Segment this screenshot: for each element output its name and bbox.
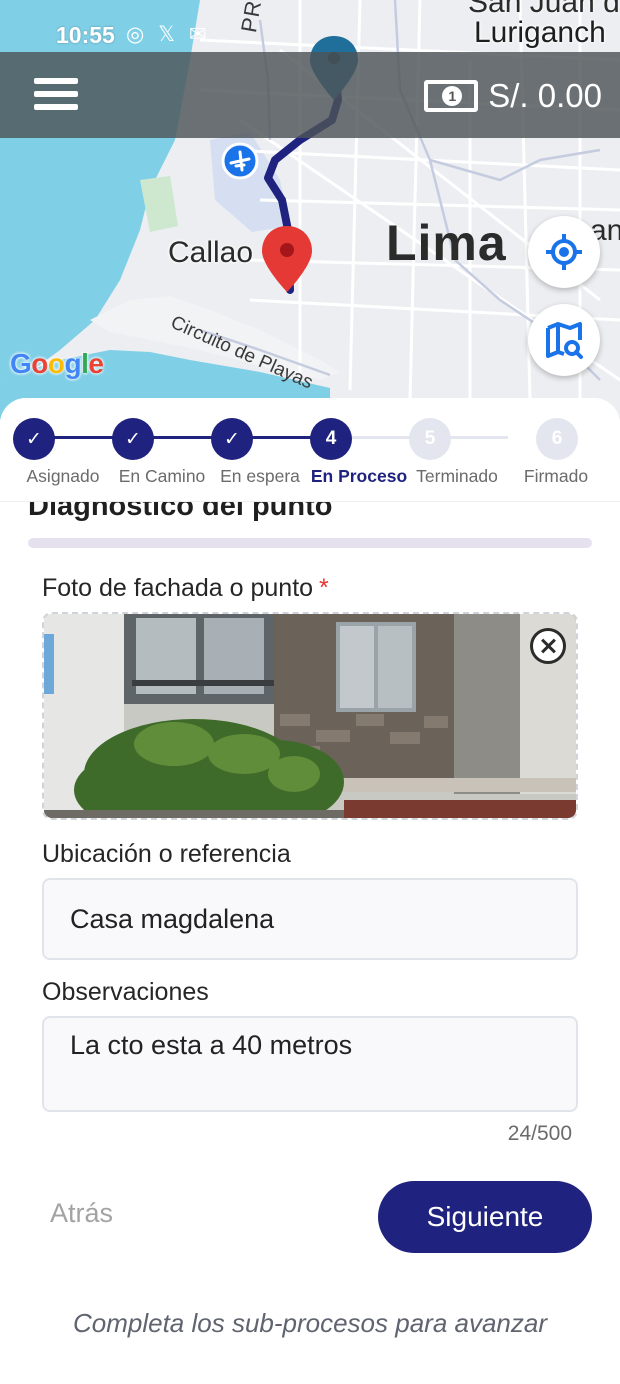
check-icon: ✓ <box>125 428 141 450</box>
facade-photo-upload[interactable] <box>42 612 578 820</box>
step-1-asignado[interactable]: ✓ <box>13 418 55 460</box>
process-sheet: ✓ ✓ ✓ 4 5 6 Asignado En Camino En espera… <box>0 398 620 1384</box>
step-2-en-camino[interactable]: ✓ <box>112 418 154 460</box>
step-label-en-proceso: En Proceso <box>310 466 408 486</box>
menu-icon <box>34 78 78 84</box>
step-label-en-camino: En Camino <box>118 466 206 486</box>
observations-char-count: 24/500 <box>507 1122 572 1145</box>
photo-field-label: Foto de fachada o punto * <box>42 574 329 602</box>
map-search-icon <box>546 322 583 359</box>
step-3-en-espera[interactable]: ✓ <box>211 418 253 460</box>
observations-textarea[interactable]: La cto esta a 40 metros <box>42 1016 578 1112</box>
balance-display: 1 S/. 0.00 <box>424 76 602 116</box>
balance-amount: S/. 0.00 <box>488 77 602 114</box>
remove-photo-button[interactable] <box>530 628 566 664</box>
google-logo: Google <box>10 348 104 379</box>
map-label-lima: Lima <box>386 215 507 271</box>
back-button[interactable]: Atrás <box>50 1198 113 1229</box>
location-input[interactable] <box>42 878 578 960</box>
location-field-label: Ubicación o referencia <box>42 840 291 868</box>
top-bar: 1 S/. 0.00 <box>0 52 620 138</box>
observations-field-label: Observaciones <box>42 978 209 1006</box>
map-label-callao: Callao <box>168 236 254 269</box>
check-icon: ✓ <box>224 428 240 450</box>
step-6-firmado[interactable]: 6 <box>536 418 578 460</box>
status-time: 10:55 <box>56 22 115 48</box>
facade-photo <box>44 614 576 818</box>
stepper-line-completed <box>34 436 332 439</box>
step-4-en-proceso[interactable]: 4 <box>310 418 352 460</box>
my-location-button[interactable] <box>528 216 600 288</box>
step-label-terminado: Terminado <box>416 466 498 486</box>
progress-stepper: ✓ ✓ ✓ 4 5 6 Asignado En Camino En espera… <box>0 398 620 502</box>
check-icon: ✓ <box>26 428 42 450</box>
stepper-divider <box>0 501 620 502</box>
subprocess-hint: Completa los sub-procesos para avanzar <box>72 1308 548 1338</box>
step-label-firmado: Firmado <box>523 466 589 486</box>
step-label-asignado: Asignado <box>26 466 100 486</box>
required-asterisk: * <box>319 574 329 602</box>
next-button[interactable]: Siguiente <box>378 1181 592 1253</box>
step-label-en-espera: En espera <box>220 466 300 486</box>
map-search-button[interactable] <box>528 304 600 376</box>
hamburger-menu-button[interactable] <box>34 78 80 114</box>
banknote-icon: 1 <box>424 80 479 112</box>
status-bar: 10:55 ◎ 𝕏 ✉ <box>0 0 620 52</box>
crosshair-icon <box>546 234 582 270</box>
section-progress-bar <box>28 538 592 548</box>
step-5-terminado[interactable]: 5 <box>409 418 451 460</box>
notification-icons: ◎ 𝕏 ✉ <box>126 23 211 46</box>
